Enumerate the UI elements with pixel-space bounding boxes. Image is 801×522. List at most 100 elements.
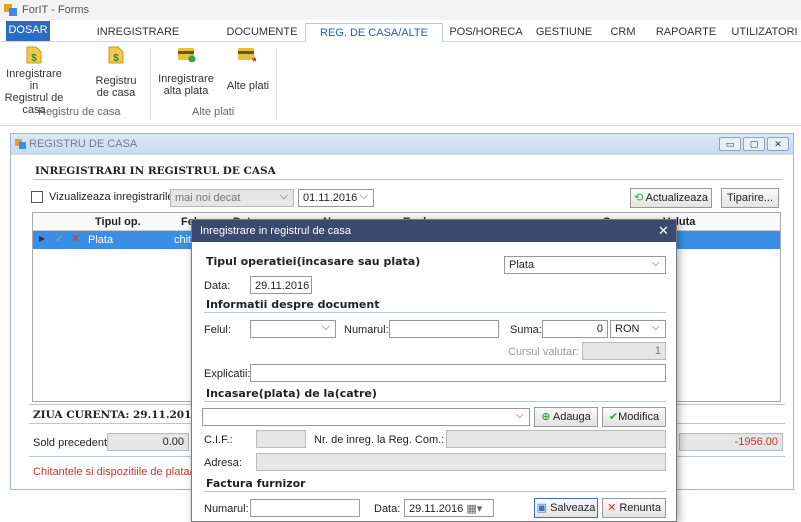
app-title: ForIT - Forms xyxy=(22,4,90,16)
adresa-field xyxy=(256,453,666,471)
close-icon[interactable]: ✕ xyxy=(658,223,669,239)
salveaza-label: Salveaza xyxy=(550,502,596,514)
tab-pos-horeca[interactable]: POS/HORECA xyxy=(448,23,524,41)
sold-final-field: -1956.00 xyxy=(679,433,783,451)
felul-label: Felul: xyxy=(204,324,231,336)
ribbon-separator xyxy=(150,48,151,120)
currency-value: RON xyxy=(615,323,640,335)
cif-field xyxy=(256,430,306,448)
explicatii-label: Explicatii: xyxy=(204,368,251,380)
op-type-select[interactable]: Plata xyxy=(504,256,666,274)
doc-section-title: Informatii despre document xyxy=(206,298,380,311)
maximize-button[interactable]: ▢ xyxy=(743,137,765,151)
data-date-picker[interactable]: 29.11.2016 ▦▾ xyxy=(250,276,312,294)
group-label: Registru de casa xyxy=(38,106,121,118)
inregistrare-dialog: Inregistrare in registrul de casa ✕ Tipu… xyxy=(191,219,677,522)
factura-date-picker[interactable]: 29.11.2016 ▦▾ xyxy=(404,499,494,517)
ribbon-panel: $ Inregistrare in Registrul de casa $ Re… xyxy=(0,42,801,126)
col-tipul-op[interactable]: Tipul op. xyxy=(95,216,141,228)
tab-rapoarte[interactable]: RAPOARTE xyxy=(650,23,722,41)
tab-reg-de-casa[interactable]: REG. DE CASA/ALTE PLATI xyxy=(305,23,443,57)
tab-crm[interactable]: CRM xyxy=(604,23,642,41)
cancel-icon: ✕ xyxy=(607,502,617,514)
svg-text:$: $ xyxy=(31,53,37,64)
section-title: INREGISTRARI IN REGISTRUL DE CASA xyxy=(35,165,276,177)
data-value: 29.11.2016 xyxy=(255,280,310,292)
tab-gestiune[interactable]: GESTIUNE xyxy=(532,23,596,41)
renunta-button[interactable]: ✕ Renunta xyxy=(602,498,666,518)
tiparire-button[interactable]: Tiparire... xyxy=(721,188,779,208)
filter-date-value: 01.11.2016 xyxy=(303,192,358,204)
filter-mode-value: mai noi decat xyxy=(175,192,241,204)
close-window-button[interactable]: ✕ xyxy=(767,137,789,151)
curs-valutar-field: 1 xyxy=(582,342,666,360)
partner-section-title: Incasare(plata) de la(catre) xyxy=(206,387,377,400)
calendar-icon: ▦▾ xyxy=(466,503,483,515)
modifica-label: Modifica xyxy=(618,411,660,423)
explicatii-input[interactable] xyxy=(250,364,666,382)
f-data-value: 29.11.2016 xyxy=(409,503,464,515)
cell-tipul-op: Plata xyxy=(88,234,114,246)
data-label: Data: xyxy=(204,280,231,292)
adresa-label: Adresa: xyxy=(204,457,242,469)
inregistrare-alta-plata-button[interactable]: Inregistrare alta plata xyxy=(154,42,218,104)
sold-label: Sold precedent: xyxy=(33,437,111,449)
f-data-label: Data: xyxy=(374,503,401,515)
renunta-label: Renunta xyxy=(619,502,661,514)
filter-date-picker[interactable]: 01.11.2016 xyxy=(298,189,374,207)
filter-mode-select[interactable]: mai noi decat xyxy=(170,189,294,207)
factura-numarul-input[interactable] xyxy=(250,499,360,517)
cell-fel: chit xyxy=(174,234,192,246)
inregistrare-registru-button[interactable]: $ Inregistrare in Registrul de casa xyxy=(2,42,66,116)
modifica-button[interactable]: ✔Modifica xyxy=(602,407,666,427)
divider xyxy=(204,312,666,313)
ribbon-separator xyxy=(276,48,277,120)
actualizeaza-label: Actualizeaza xyxy=(645,192,709,204)
tab-dosar[interactable]: DOSAR xyxy=(6,21,50,41)
tab-inregistrare-documente[interactable]: INREGISTRARE DOCUMENTE xyxy=(64,23,212,56)
group-label: Alte plati xyxy=(192,106,235,118)
numarul-input[interactable] xyxy=(389,320,499,338)
currency-select[interactable]: RON xyxy=(610,320,666,338)
numarul-label: Numarul: xyxy=(344,324,389,336)
app-title-bar: ForIT - Forms xyxy=(0,0,801,20)
save-icon: ▣ xyxy=(536,502,548,514)
checkbox-label: Vizualizeaza inregistrarile xyxy=(49,191,174,203)
btn-label-line: Inregistrare xyxy=(158,73,214,85)
regcom-label: Nr. de inreg. la Reg. Com.: xyxy=(314,434,445,446)
suma-input[interactable]: 0 xyxy=(542,320,608,338)
window-logo-icon xyxy=(15,139,26,149)
check-icon[interactable]: ✓ xyxy=(55,232,64,245)
regcom-field xyxy=(446,430,666,448)
divider xyxy=(204,491,666,492)
adauga-button[interactable]: ⊕ Adauga xyxy=(534,407,598,427)
f-numarul-label: Numarul: xyxy=(204,503,249,515)
divider xyxy=(33,179,783,180)
refresh-icon: ⟲ xyxy=(633,192,644,204)
window-title: REGISTRU DE CASA xyxy=(29,138,138,150)
tab-documente[interactable]: DOCUMENTE xyxy=(222,23,302,41)
factura-section-title: Factura furnizor xyxy=(206,477,306,490)
window-title-bar: REGISTRU DE CASA ▭ ▢ ✕ xyxy=(11,134,793,155)
dialog-title: Inregistrare in registrul de casa xyxy=(200,225,352,237)
salveaza-button[interactable]: ▣ Salveaza xyxy=(534,498,598,518)
tab-utilizatori[interactable]: UTILIZATORI xyxy=(728,23,801,41)
actualizeaza-button[interactable]: ⟲ Actualizeaza xyxy=(630,188,712,208)
add-icon: ⊕ xyxy=(541,411,551,423)
card-add-icon xyxy=(178,48,196,62)
adauga-label: Adauga xyxy=(552,411,591,423)
felul-select[interactable] xyxy=(250,320,336,338)
partner-select[interactable] xyxy=(202,408,530,426)
delete-icon[interactable]: ✕ xyxy=(71,232,80,245)
vizualizeaza-checkbox[interactable] xyxy=(31,191,43,203)
btn-label: Alte plati xyxy=(226,80,270,92)
registru-de-casa-button[interactable]: $ Registru de casa xyxy=(88,42,144,104)
app-logo-icon xyxy=(4,4,17,16)
document-money-icon: $ xyxy=(26,46,42,64)
minimize-button[interactable]: ▭ xyxy=(719,137,741,151)
alte-plati-button[interactable]: ★ Alte plati xyxy=(222,42,274,104)
svg-text:$: $ xyxy=(113,53,119,64)
dialog-title-bar: Inregistrare in registrul de casa ✕ xyxy=(192,220,676,242)
btn-label-line: de casa xyxy=(96,87,136,99)
ribbon-tabs: DOSAR INREGISTRARE DOCUMENTE DOCUMENTE R… xyxy=(0,21,801,57)
